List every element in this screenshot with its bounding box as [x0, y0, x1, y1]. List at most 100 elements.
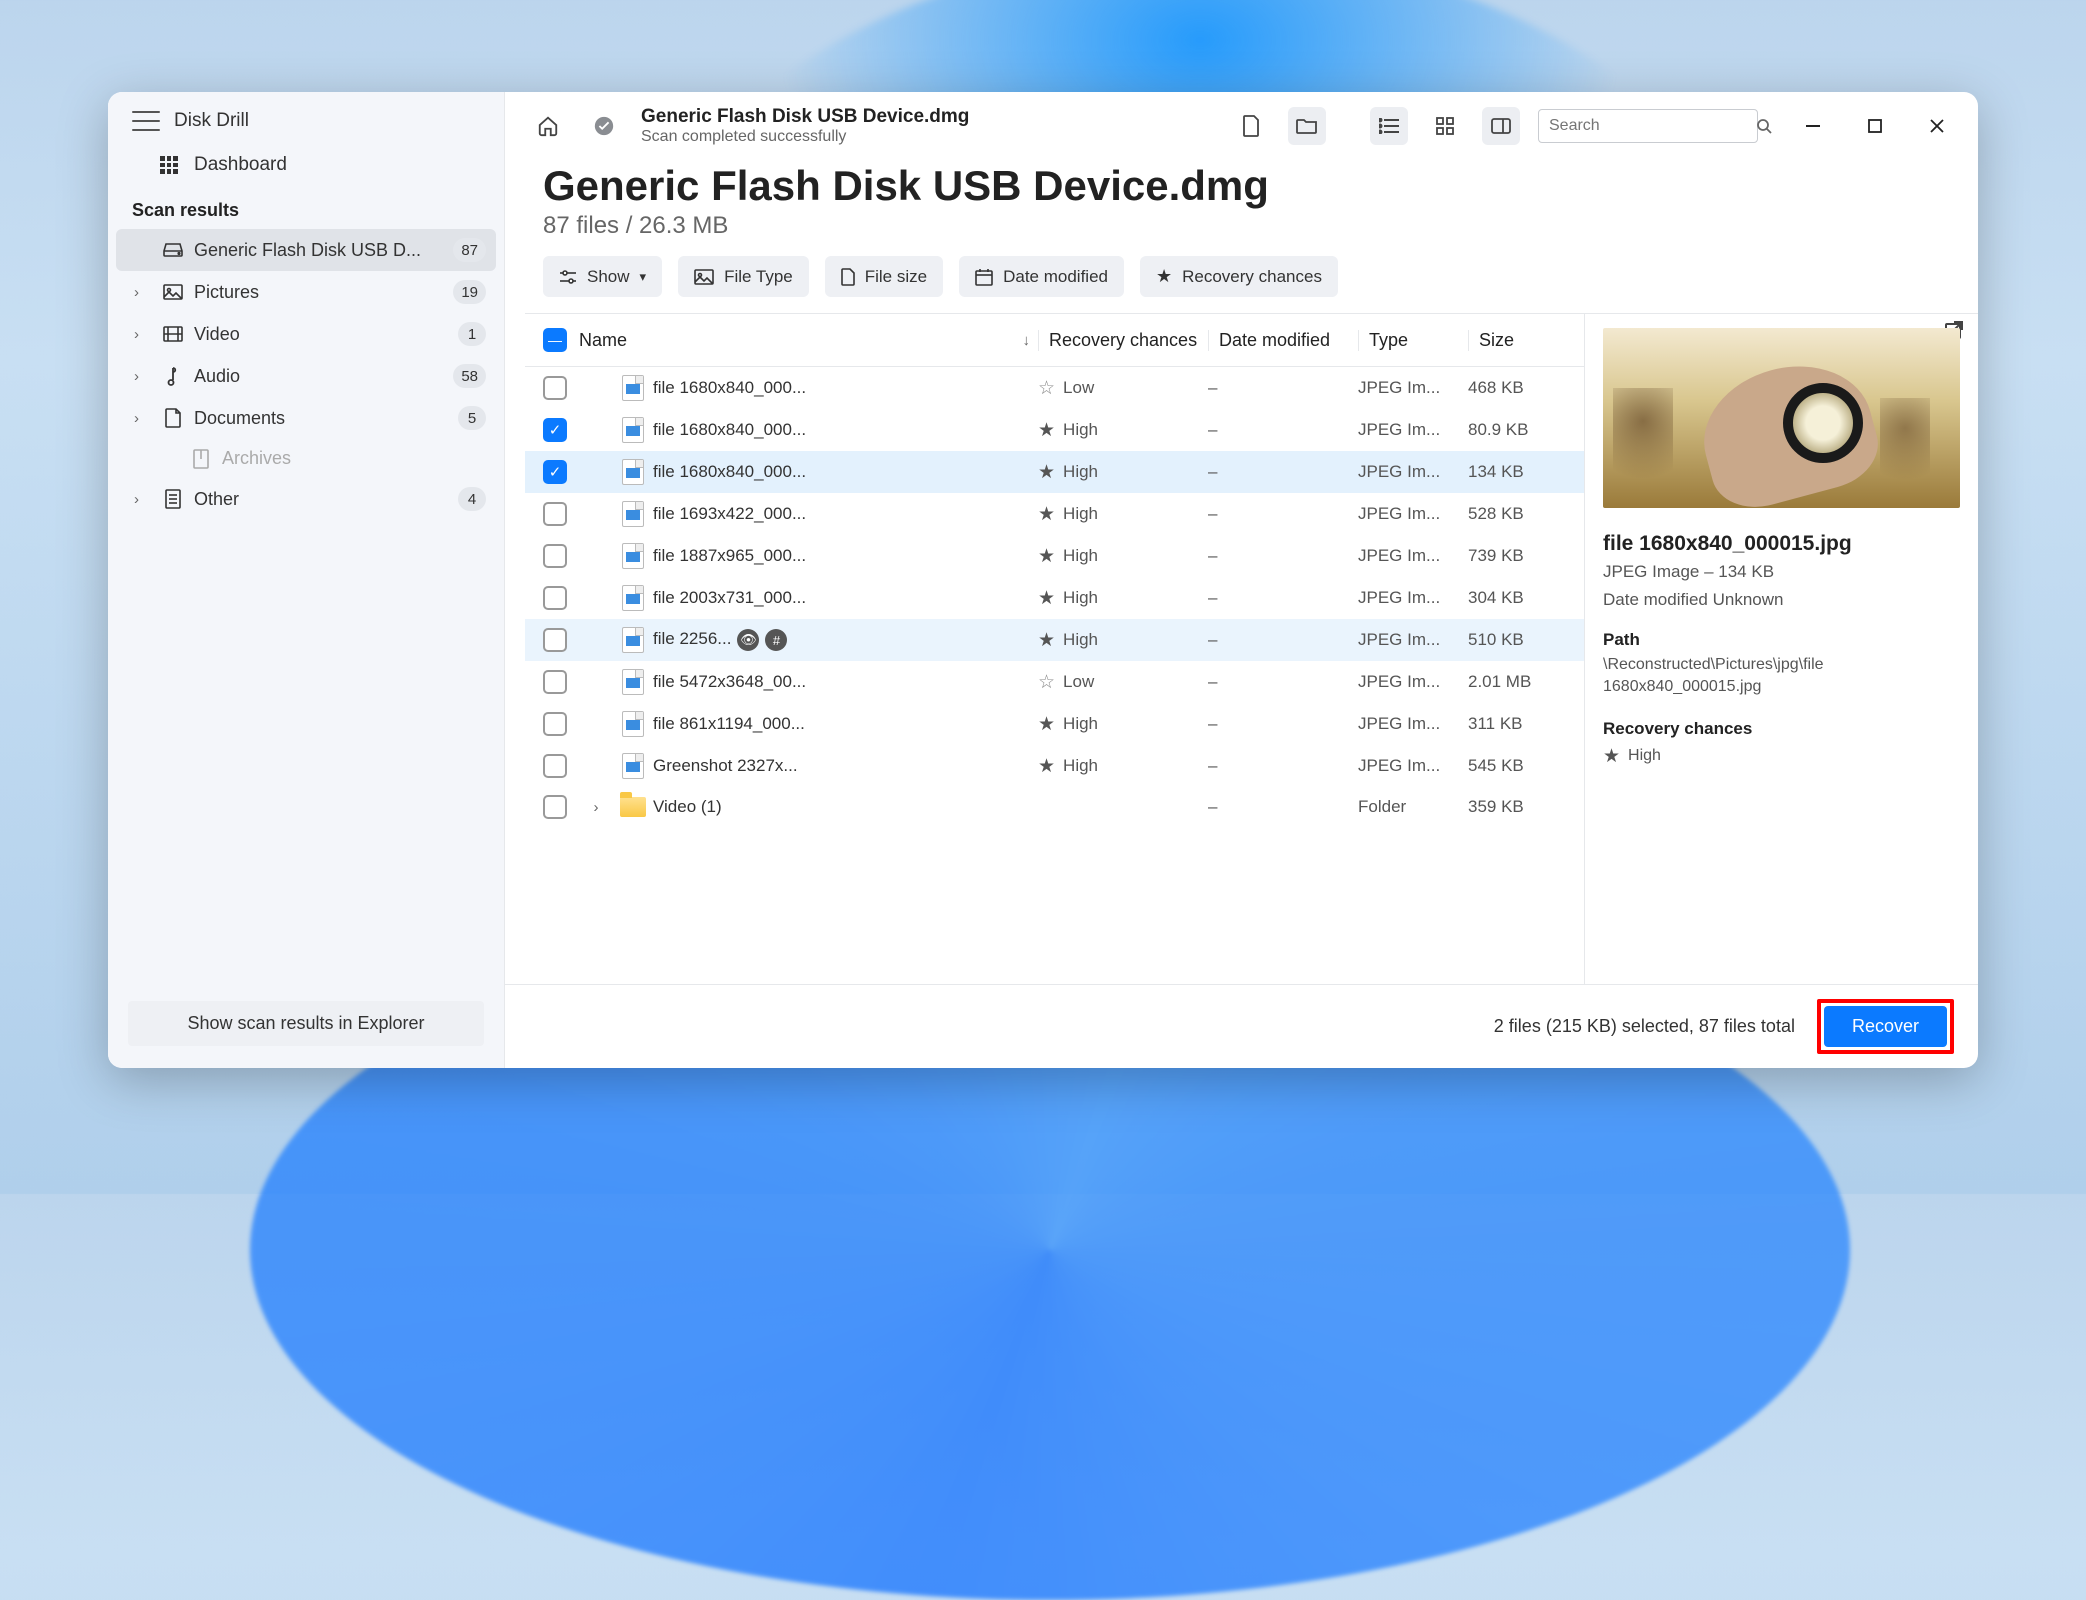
row-filename: file 2003x731_000...	[653, 588, 1038, 608]
sidebar-item-label: Pictures	[194, 282, 443, 303]
count-badge: 58	[453, 364, 486, 388]
row-date: –	[1208, 378, 1358, 398]
sidebar-item-archives[interactable]: Archives	[116, 439, 496, 478]
maximize-button[interactable]	[1858, 109, 1892, 143]
recover-button[interactable]: Recover	[1824, 1006, 1947, 1047]
row-checkbox[interactable]	[543, 712, 567, 736]
grid-view-icon[interactable]	[1426, 107, 1464, 145]
row-recovery: ★High	[1038, 419, 1208, 442]
column-header-name[interactable]: Name↓	[579, 330, 1038, 351]
sidebar-item-audio[interactable]: › Audio 58	[116, 355, 496, 397]
sidebar-item-documents[interactable]: › Documents 5	[116, 397, 496, 439]
home-icon[interactable]	[529, 107, 567, 145]
row-checkbox[interactable]	[543, 502, 567, 526]
folder-view-icon[interactable]	[1288, 107, 1326, 145]
file-icon	[622, 501, 644, 527]
table-row[interactable]: file 1887x965_000... ★High – JPEG Im... …	[525, 535, 1584, 577]
column-header-type[interactable]: Type	[1358, 330, 1468, 351]
row-checkbox[interactable]: ✓	[543, 460, 567, 484]
close-button[interactable]	[1920, 109, 1954, 143]
panel-view-icon[interactable]	[1482, 107, 1520, 145]
preview-recovery-value: ★High	[1603, 745, 1960, 768]
header-title: Generic Flash Disk USB Device.dmg	[641, 106, 1214, 128]
chevron-right-icon: ›	[134, 284, 152, 301]
row-size: 510 KB	[1468, 630, 1578, 650]
expand-icon[interactable]: ›	[579, 799, 613, 816]
file-icon	[841, 268, 855, 286]
filter-show[interactable]: Show▾	[543, 256, 662, 297]
row-recovery: ☆Low	[1038, 671, 1208, 694]
table-row[interactable]: Greenshot 2327x... ★High – JPEG Im... 54…	[525, 745, 1584, 787]
row-checkbox[interactable]	[543, 754, 567, 778]
row-size: 2.01 MB	[1468, 672, 1578, 692]
sidebar-item-label: Documents	[194, 408, 448, 429]
table-row[interactable]: file 5472x3648_00... ☆Low – JPEG Im... 2…	[525, 661, 1584, 703]
sidebar-item-label: Audio	[194, 366, 443, 387]
row-checkbox[interactable]	[543, 376, 567, 400]
row-recovery: ★High	[1038, 629, 1208, 652]
sidebar-item-generic-flash-disk-usb-d-[interactable]: Generic Flash Disk USB D... 87	[116, 229, 496, 271]
table-row[interactable]: file 1680x840_000... ☆Low – JPEG Im... 4…	[525, 367, 1584, 409]
row-size: 134 KB	[1468, 462, 1578, 482]
row-checkbox[interactable]	[543, 795, 567, 819]
folder-icon	[620, 797, 646, 817]
sort-arrow-icon: ↓	[1023, 332, 1031, 349]
hash-icon[interactable]: #	[765, 629, 787, 651]
column-header-date[interactable]: Date modified	[1208, 330, 1358, 351]
table-row[interactable]: ✓ file 1680x840_000... ★High – JPEG Im..…	[525, 409, 1584, 451]
eye-icon[interactable]: 👁	[737, 629, 759, 651]
column-header-size[interactable]: Size	[1468, 330, 1578, 351]
sidebar-item-label: Archives	[222, 448, 486, 469]
list-view-icon[interactable]	[1370, 107, 1408, 145]
row-recovery: ★High	[1038, 503, 1208, 526]
filter-date-modified[interactable]: Date modified	[959, 256, 1124, 297]
table-row[interactable]: file 2003x731_000... ★High – JPEG Im... …	[525, 577, 1584, 619]
star-icon: ★	[1038, 545, 1055, 568]
file-view-icon[interactable]	[1232, 107, 1270, 145]
row-checkbox[interactable]	[543, 670, 567, 694]
hamburger-menu-icon[interactable]	[132, 111, 160, 131]
file-table: — Name↓ Recovery chances Date modified T…	[525, 314, 1584, 984]
minimize-button[interactable]	[1796, 109, 1830, 143]
sidebar-item-other[interactable]: › Other 4	[116, 478, 496, 520]
row-date: –	[1208, 672, 1358, 692]
star-icon: ★	[1038, 419, 1055, 442]
show-in-explorer-button[interactable]: Show scan results in Explorer	[128, 1001, 484, 1046]
sidebar: Disk Drill Dashboard Scan results Generi…	[108, 92, 505, 1068]
selection-status: 2 files (215 KB) selected, 87 files tota…	[1494, 1016, 1795, 1037]
select-all-checkbox[interactable]: —	[531, 328, 579, 352]
table-row[interactable]: file 861x1194_000... ★High – JPEG Im... …	[525, 703, 1584, 745]
row-checkbox[interactable]	[543, 628, 567, 652]
sidebar-item-video[interactable]: › Video 1	[116, 313, 496, 355]
row-type: JPEG Im...	[1358, 756, 1468, 776]
table-row[interactable]: › Video (1) – Folder 359 KB	[525, 787, 1584, 827]
row-filename: file 1887x965_000...	[653, 546, 1038, 566]
chevron-right-icon: ›	[134, 410, 152, 427]
search-input[interactable]	[1549, 117, 1756, 135]
filter-label: Date modified	[1003, 267, 1108, 287]
column-header-recovery[interactable]: Recovery chances	[1038, 330, 1208, 351]
search-box[interactable]	[1538, 109, 1758, 143]
count-badge: 4	[458, 487, 486, 511]
row-type: JPEG Im...	[1358, 672, 1468, 692]
row-date: –	[1208, 504, 1358, 524]
star-icon: ★	[1603, 745, 1620, 768]
sidebar-item-dashboard[interactable]: Dashboard	[108, 138, 504, 188]
filter-file-type[interactable]: File Type	[678, 256, 809, 297]
row-checkbox[interactable]: ✓	[543, 418, 567, 442]
table-row[interactable]: file 1693x422_000... ★High – JPEG Im... …	[525, 493, 1584, 535]
filter-recovery-chances[interactable]: ★Recovery chances	[1140, 256, 1338, 297]
row-size: 359 KB	[1468, 797, 1578, 817]
filter-label: Show	[587, 267, 630, 287]
table-row[interactable]: ✓ file 1680x840_000... ★High – JPEG Im..…	[525, 451, 1584, 493]
star-outline-icon: ☆	[1038, 377, 1055, 400]
filter-file-size[interactable]: File size	[825, 256, 943, 297]
star-icon: ★	[1038, 755, 1055, 778]
row-type: JPEG Im...	[1358, 420, 1468, 440]
table-row[interactable]: file 2256...👁# ★High – JPEG Im... 510 KB	[525, 619, 1584, 661]
archive-icon	[190, 449, 212, 469]
row-checkbox[interactable]	[543, 544, 567, 568]
row-checkbox[interactable]	[543, 586, 567, 610]
row-type: JPEG Im...	[1358, 546, 1468, 566]
sidebar-item-pictures[interactable]: › Pictures 19	[116, 271, 496, 313]
